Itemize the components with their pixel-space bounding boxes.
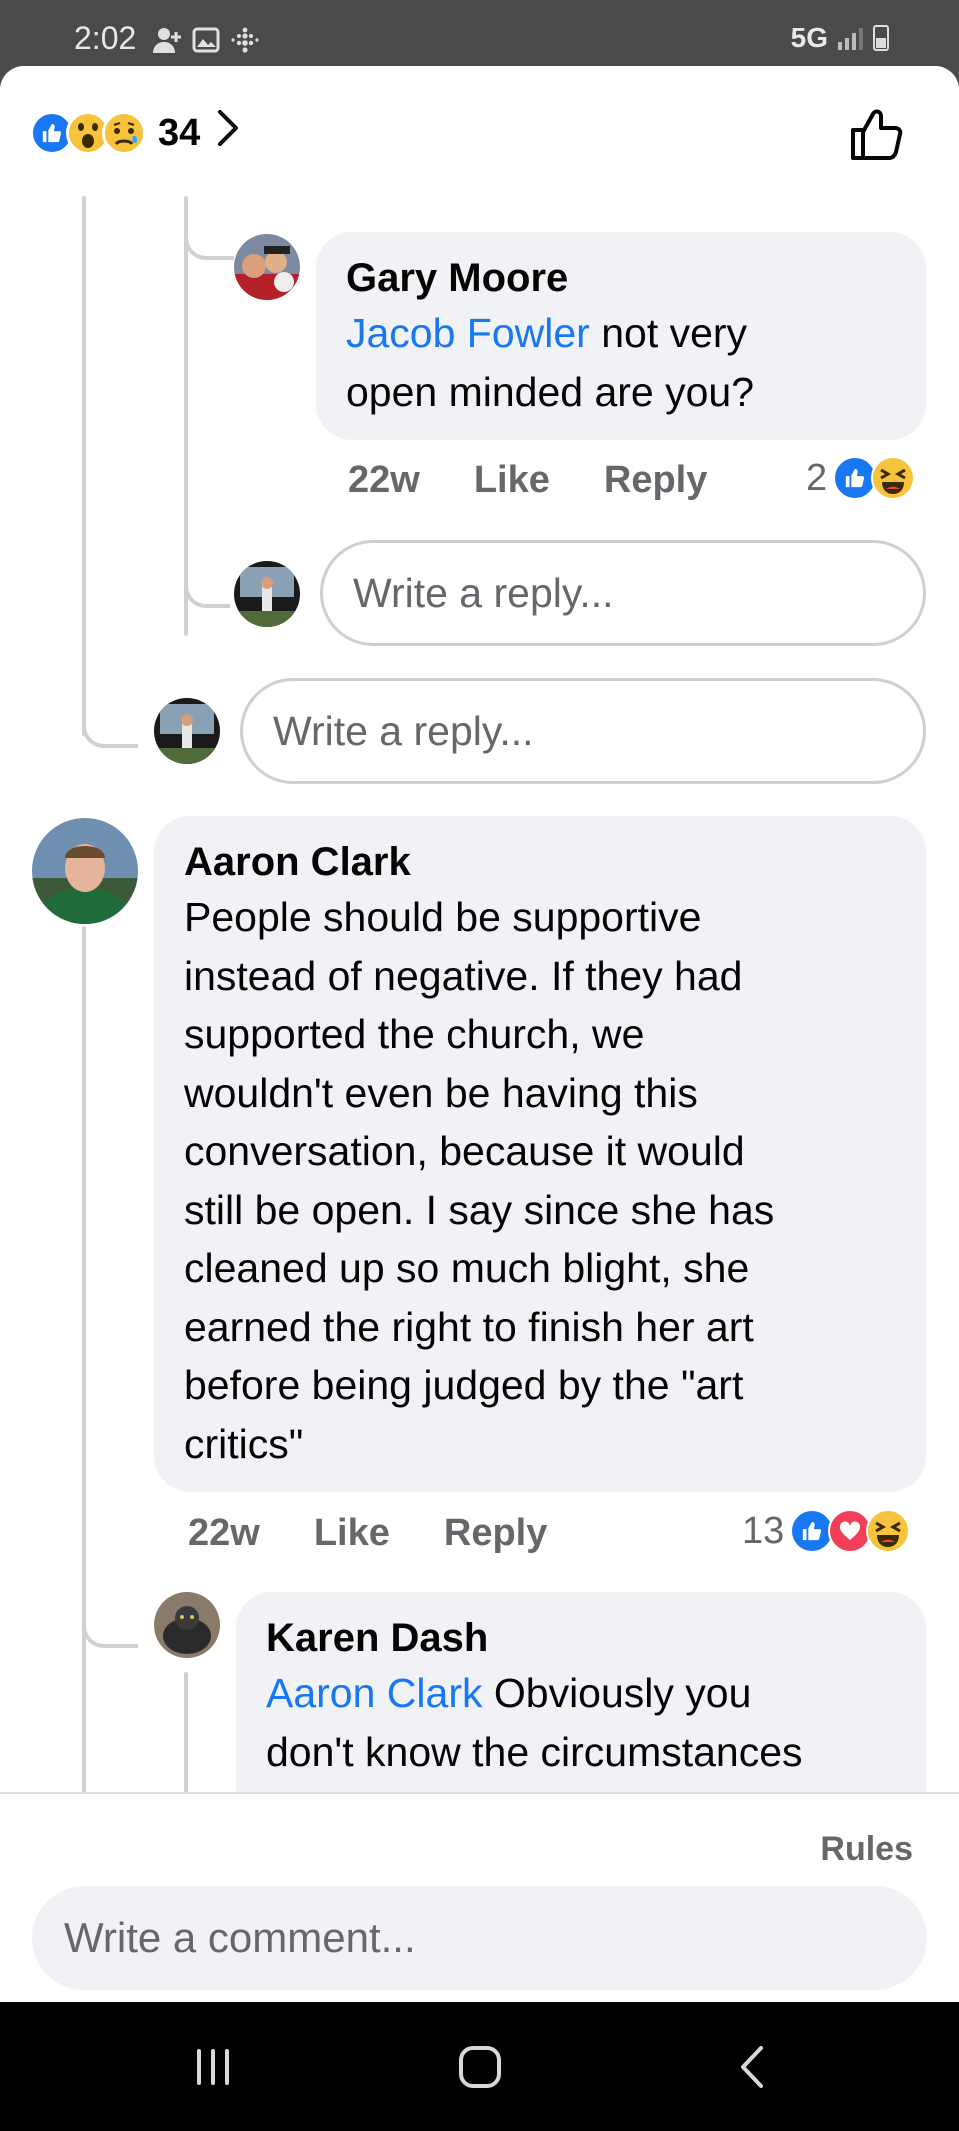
- recent-apps-button[interactable]: [183, 2042, 243, 2092]
- system-nav-bar: [0, 2002, 959, 2131]
- avatar-current-user: [154, 698, 220, 764]
- sad-icon: [102, 111, 146, 155]
- haha-icon: [871, 456, 916, 500]
- home-button[interactable]: [450, 2042, 510, 2092]
- avatar-gary-moore[interactable]: [234, 234, 300, 300]
- comment-author[interactable]: Karen Dash: [266, 1612, 896, 1664]
- mention-link[interactable]: Aaron Clark: [266, 1670, 482, 1716]
- reply-button[interactable]: Reply: [604, 459, 707, 502]
- thumbs-up-icon: [851, 109, 903, 160]
- mention-link[interactable]: Jacob Fowler: [346, 310, 590, 356]
- home-icon: [459, 2046, 501, 2088]
- status-time: 2:02: [74, 20, 137, 56]
- comment-bubble-aaron-clark: Aaron Clark People should be supportive …: [154, 816, 926, 1492]
- comment-author[interactable]: Gary Moore: [346, 252, 896, 304]
- comment-text: People should be supportive instead of n…: [184, 894, 775, 1467]
- timestamp[interactable]: 22w: [188, 1512, 260, 1555]
- avatar-current-user: [234, 561, 300, 627]
- fitbit-icon: [231, 27, 259, 53]
- comment-reactions[interactable]: 2: [806, 456, 916, 500]
- reaction-count: 34: [158, 111, 201, 154]
- chevron-right-icon: [216, 108, 240, 158]
- back-button[interactable]: [722, 2042, 782, 2092]
- reply-button[interactable]: Reply: [444, 1512, 547, 1555]
- like-button[interactable]: Like: [314, 1512, 390, 1555]
- comment-actions: 22w Like Reply: [188, 1512, 547, 1555]
- comment-author[interactable]: Aaron Clark: [184, 836, 896, 888]
- haha-icon: [866, 1509, 911, 1553]
- battery-icon: [873, 25, 889, 51]
- thread-curve: [184, 566, 230, 608]
- recents-icon: [197, 2049, 229, 2085]
- comment-bubble-gary-moore: Gary Moore Jacob Fowler not very open min…: [316, 232, 926, 440]
- avatar-aaron-clark[interactable]: [32, 818, 138, 924]
- comment-reactions[interactable]: 13: [742, 1509, 911, 1553]
- like-button[interactable]: Like: [474, 459, 550, 502]
- comment-text: Jacob Fowler not very open minded are you…: [346, 310, 755, 415]
- notification-icons: [152, 26, 260, 54]
- reply-input[interactable]: Write a reply...: [240, 678, 926, 784]
- comments-sheet: 34 Gary Moore Jacob Fowler not very open …: [0, 66, 959, 2002]
- back-icon: [741, 2046, 763, 2088]
- reaction-count: 2: [806, 456, 828, 499]
- status-bar: 2:02 5G: [0, 0, 959, 66]
- rules-link[interactable]: Rules: [820, 1830, 913, 1869]
- thread-curve: [82, 1606, 138, 1648]
- comment-actions: 22w Like Reply: [348, 459, 707, 502]
- comment-text: Aaron Clark Obviously you don't know the …: [266, 1670, 803, 1775]
- sheet-header: 34: [0, 66, 959, 196]
- avatar-karen-dash[interactable]: [154, 1592, 220, 1658]
- reply-input[interactable]: Write a reply...: [320, 540, 926, 646]
- thread-line: [82, 926, 86, 1806]
- thread-curve: [82, 706, 138, 748]
- timestamp[interactable]: 22w: [348, 459, 420, 502]
- thread-line: [82, 196, 86, 736]
- person-add-icon: [153, 28, 181, 53]
- network-type: 5G: [790, 22, 828, 53]
- thread-line: [184, 1672, 188, 1812]
- status-right: 5G: [791, 22, 889, 54]
- reaction-count: 13: [742, 1509, 785, 1552]
- signal-icon: [838, 26, 863, 50]
- comment-input[interactable]: Write a comment...: [32, 1886, 927, 1990]
- image-icon: [192, 27, 220, 53]
- reaction-summary[interactable]: 34: [30, 108, 240, 158]
- comment-composer: Rules Write a comment...: [0, 1792, 959, 2002]
- thread-curve: [184, 216, 234, 260]
- like-post-button[interactable]: [847, 104, 907, 164]
